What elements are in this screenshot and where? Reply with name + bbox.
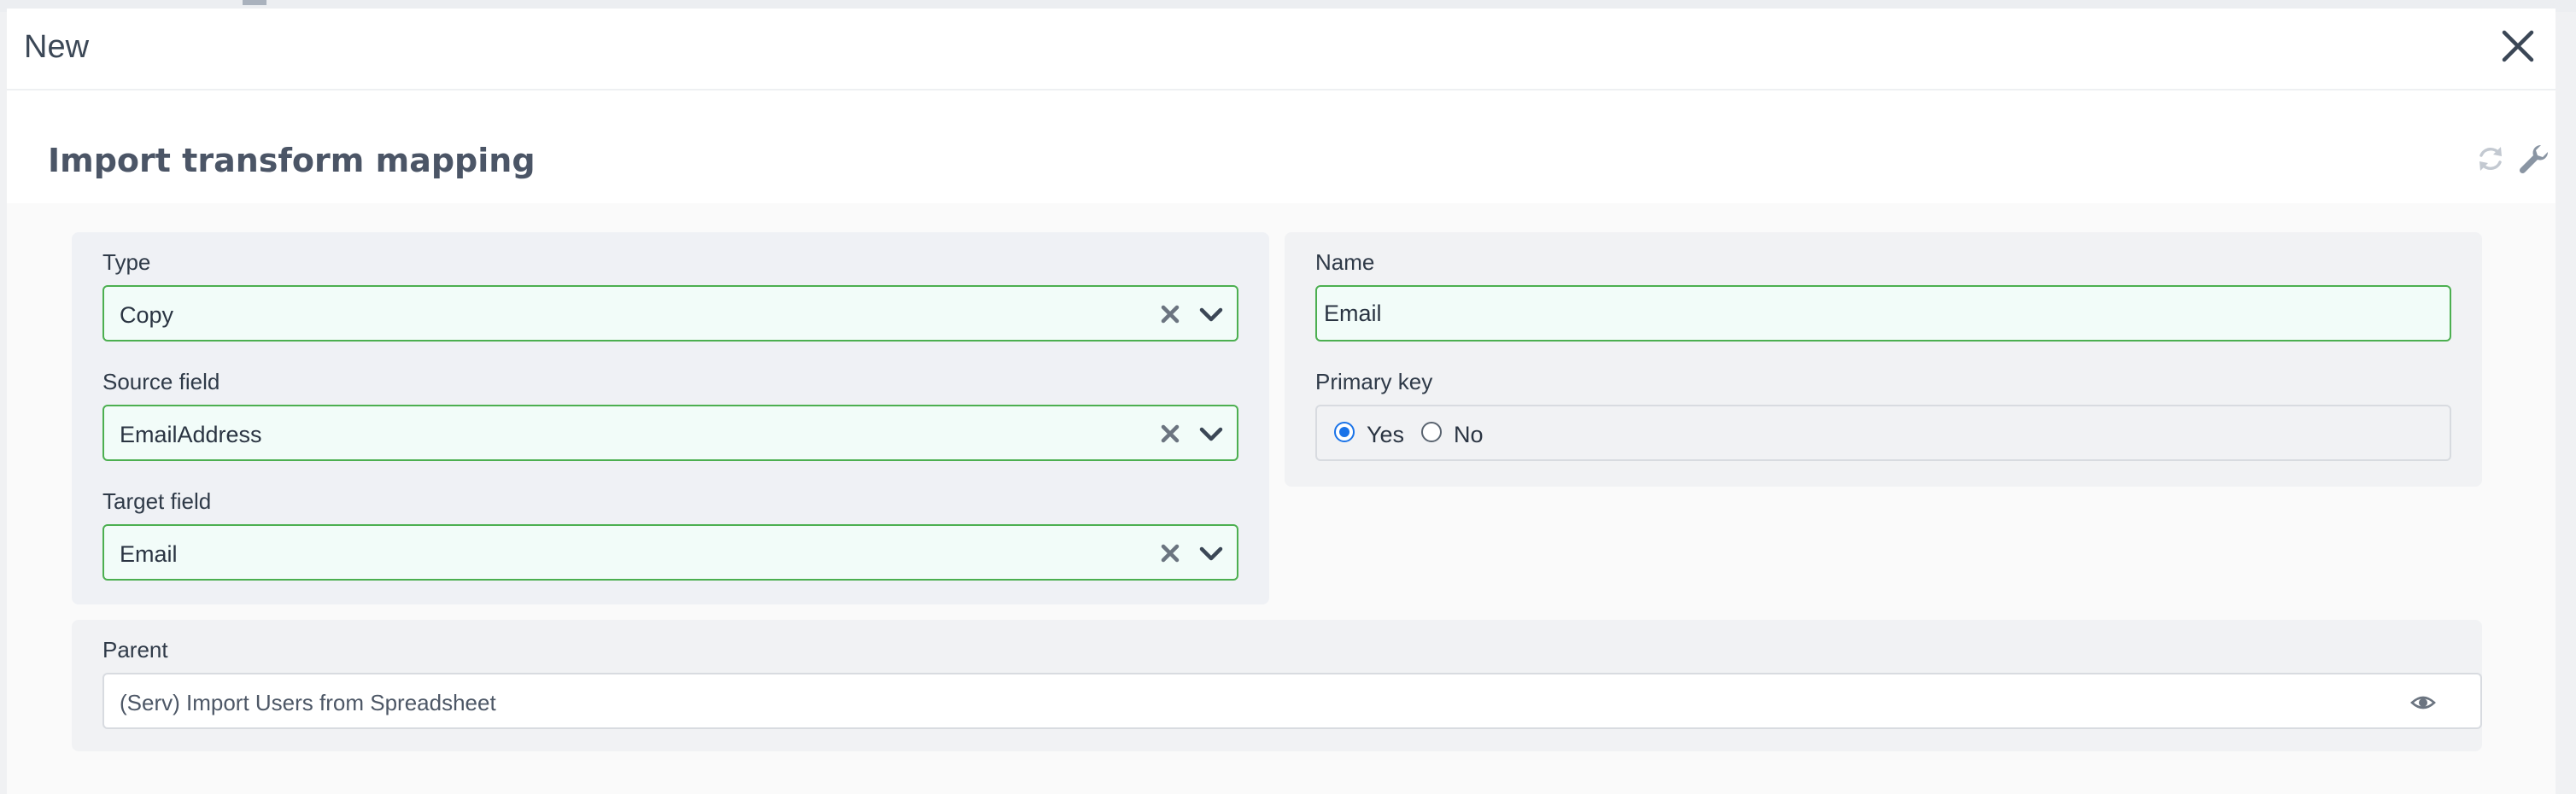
eye-icon[interactable] xyxy=(2410,690,2436,715)
name-input[interactable] xyxy=(1315,285,2451,342)
parent-panel: Parent (Serv) Import Users from Spreadsh… xyxy=(72,620,2482,751)
chevron-down-icon[interactable] xyxy=(1197,304,1225,326)
chevron-down-icon[interactable] xyxy=(1197,543,1225,565)
modal-dialog: New Import transform mapping Type Copy S… xyxy=(7,9,2556,794)
primary-key-no-label[interactable]: No xyxy=(1454,422,1484,448)
refresh-icon[interactable] xyxy=(2474,142,2508,176)
background-tab-indicator xyxy=(243,0,266,5)
form-body: Type Copy Source field EmailAddress Targ… xyxy=(7,203,2556,794)
modal-header: New xyxy=(7,9,2556,90)
clear-icon[interactable] xyxy=(1158,302,1182,326)
mapping-details-panel: Name Primary key Yes No xyxy=(1285,232,2482,487)
primary-key-radio-group: Yes No xyxy=(1315,405,2451,461)
name-label: Name xyxy=(1315,249,1375,275)
modal-title: New xyxy=(24,29,90,65)
chevron-down-icon[interactable] xyxy=(1197,423,1225,446)
primary-key-yes-radio[interactable] xyxy=(1334,422,1355,442)
parent-label: Parent xyxy=(102,637,168,663)
primary-key-no-radio[interactable] xyxy=(1421,422,1442,442)
source-field-select-value: EmailAddress xyxy=(120,422,262,447)
clear-icon[interactable] xyxy=(1158,541,1182,565)
close-button[interactable] xyxy=(2497,26,2538,67)
primary-key-yes-label[interactable]: Yes xyxy=(1367,422,1404,448)
type-select[interactable]: Copy xyxy=(102,285,1238,342)
source-field-select[interactable]: EmailAddress xyxy=(102,405,1238,461)
form-title: Import transform mapping xyxy=(48,142,536,179)
target-field-label: Target field xyxy=(102,488,212,514)
source-field-label: Source field xyxy=(102,369,220,394)
primary-key-label: Primary key xyxy=(1315,369,1433,394)
parent-value: (Serv) Import Users from Spreadsheet xyxy=(120,690,496,715)
target-field-select[interactable]: Email xyxy=(102,524,1238,581)
target-field-select-value: Email xyxy=(120,541,178,567)
parent-field[interactable]: (Serv) Import Users from Spreadsheet xyxy=(102,673,2482,729)
type-label: Type xyxy=(102,249,151,275)
wrench-icon[interactable] xyxy=(2516,142,2550,176)
type-select-value: Copy xyxy=(120,302,174,328)
mapping-fields-panel: Type Copy Source field EmailAddress Targ… xyxy=(72,232,1269,604)
clear-icon[interactable] xyxy=(1158,422,1182,446)
close-icon xyxy=(2502,30,2534,62)
